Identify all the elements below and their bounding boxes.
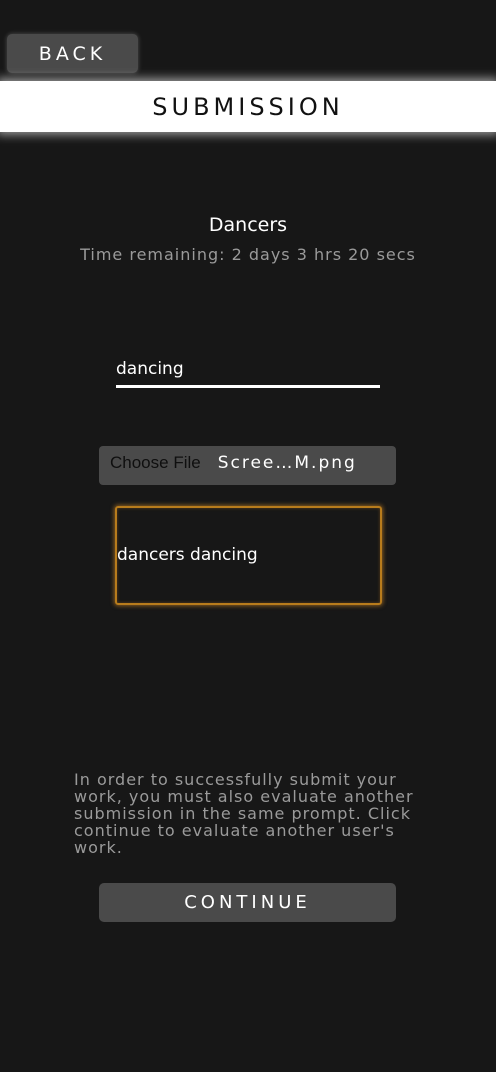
- time-remaining: Time remaining: 2 days 3 hrs 20 secs: [80, 245, 416, 264]
- back-button[interactable]: BACK: [7, 34, 138, 73]
- back-button-label: BACK: [38, 42, 107, 65]
- submission-page: BACK SUBMISSION Dancers Time remaining: …: [0, 0, 496, 1072]
- title-bar: SUBMISSION: [0, 81, 496, 132]
- page-title: SUBMISSION: [152, 92, 344, 121]
- title-input[interactable]: [116, 352, 380, 388]
- choose-file-button[interactable]: Choose File: [110, 453, 201, 473]
- continue-button[interactable]: CONTINUE: [99, 883, 396, 922]
- continue-button-label: CONTINUE: [184, 892, 311, 913]
- evaluation-notice: In order to successfully submit your wor…: [74, 770, 414, 857]
- description-value: dancers dancing: [117, 545, 258, 565]
- file-chooser[interactable]: Choose File Scree…M.png: [99, 446, 396, 485]
- description-textarea[interactable]: dancers dancing: [115, 506, 382, 605]
- selected-file-name: Scree…M.png: [217, 452, 357, 473]
- prompt-name: Dancers: [208, 214, 288, 236]
